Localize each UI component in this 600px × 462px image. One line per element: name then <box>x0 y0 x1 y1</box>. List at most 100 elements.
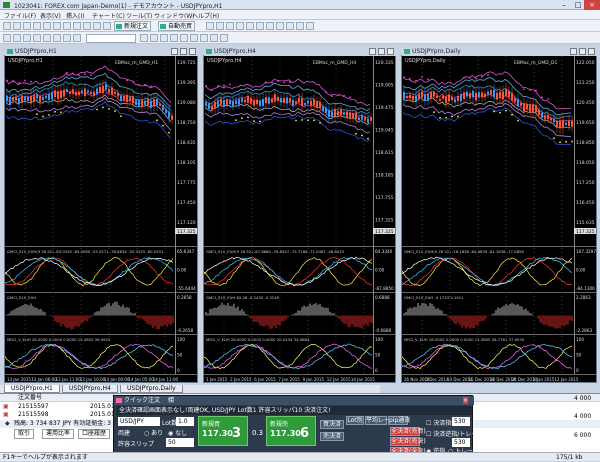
m30-icon[interactable] <box>170 34 178 42</box>
pip-currency-button[interactable]: pip通貨 <box>388 416 410 425</box>
average-rate-button[interactable]: 平均レート <box>365 416 396 425</box>
quick-order-titlebar[interactable]: クイック注文 傾 <box>114 396 474 405</box>
candle-body <box>165 109 167 114</box>
sar-dot <box>223 84 225 87</box>
menu-help[interactable]: ヘルプ(H) <box>192 11 219 20</box>
chart-window-titlebar[interactable]: USDJPYpro,H1 <box>5 47 199 56</box>
m15-icon[interactable] <box>160 34 168 42</box>
tab-h1[interactable]: USDJPYpro,H1 <box>4 385 60 393</box>
h4-icon[interactable] <box>190 34 198 42</box>
new-order-button[interactable]: 新規注文 <box>114 21 152 31</box>
channel-icon[interactable] <box>43 34 51 42</box>
text-icon[interactable] <box>63 34 71 42</box>
market-watch-icon[interactable] <box>23 22 31 30</box>
buy-price-button[interactable]: 新規買 117.30 3 <box>198 416 248 446</box>
chart-close-icon[interactable] <box>588 48 595 55</box>
line-icon[interactable] <box>103 22 111 30</box>
symbol-select[interactable]: USD/JPY <box>118 417 160 426</box>
sell-price-button[interactable]: 新規売 117.30 6 <box>266 416 316 446</box>
chart-maximize-icon[interactable] <box>180 48 187 55</box>
sell-close-button[interactable]: 売決済 <box>320 432 344 441</box>
new-chart-icon[interactable] <box>3 22 11 30</box>
candle-body <box>211 105 213 110</box>
crosshair-icon[interactable] <box>93 22 101 30</box>
close-all-buy-button[interactable]: 全決済(売買) <box>390 427 426 436</box>
tab-daily[interactable]: USDJPYpro,Daily <box>120 385 183 393</box>
data-window-icon[interactable] <box>33 22 41 30</box>
close-all-sell-button[interactable]: 全決済(売決) <box>390 437 426 446</box>
vline-icon[interactable] <box>13 34 21 42</box>
zoom-in-icon[interactable] <box>236 22 244 30</box>
chart-canvas[interactable]: 119.725 119.395 119.080 118.750 118.435 118.1… <box>5 56 197 382</box>
buy-close-button[interactable]: 買決済 <box>320 420 344 429</box>
cursor-icon[interactable] <box>3 34 11 42</box>
hline-icon[interactable] <box>23 34 31 42</box>
lot-close-button[interactable]: Lot別 <box>346 416 364 425</box>
candle-body <box>454 99 456 103</box>
auto-trade-button[interactable]: 自動売買 <box>158 21 196 31</box>
navigator-icon[interactable] <box>43 22 51 30</box>
tab-exposure[interactable]: 運用比率 <box>42 429 75 439</box>
chart-minimize-icon[interactable] <box>369 48 376 55</box>
chart-minimize-icon[interactable] <box>171 48 178 55</box>
candle-body <box>556 120 558 128</box>
m5-icon[interactable] <box>150 34 158 42</box>
close-icon[interactable]: × <box>584 0 600 10</box>
fibo-icon[interactable] <box>53 34 61 42</box>
templates-icon[interactable] <box>306 22 314 30</box>
w1-icon[interactable] <box>210 34 218 42</box>
trail-checkbox[interactable]: ☐ 決済逆指/トレール <box>426 429 483 438</box>
candle-body <box>208 103 210 109</box>
timeframe-select[interactable] <box>86 34 136 43</box>
line-chart-icon[interactable] <box>226 22 234 30</box>
chart-window-daily[interactable]: USDJPYpro,Daily 122.050 121.250 120.450 119… <box>401 47 598 383</box>
chart-maximize-icon[interactable] <box>579 48 586 55</box>
sl-input[interactable]: 530 <box>452 417 470 426</box>
chart-minimize-icon[interactable] <box>570 48 577 55</box>
quick-order-close-icon[interactable]: × <box>463 397 469 404</box>
pointer-icon[interactable] <box>83 22 91 30</box>
bar-chart-icon[interactable] <box>206 22 214 30</box>
chart-window-h4[interactable]: USDJPYpro,H4 120.335 119.905 119.475 119.04… <box>203 47 397 383</box>
periods-icon[interactable] <box>296 22 304 30</box>
oscillator-tick: 107.3297 <box>576 249 596 254</box>
chart-close-icon[interactable] <box>387 48 394 55</box>
d1-icon[interactable] <box>200 34 208 42</box>
zoom-out-icon[interactable] <box>246 22 254 30</box>
m1-icon[interactable] <box>140 34 148 42</box>
chart-canvas[interactable]: 120.335 119.905 119.475 119.045 118.615 118.1… <box>204 56 395 382</box>
right-value-1: 4 000 <box>574 395 592 402</box>
label-icon[interactable] <box>73 34 81 42</box>
chart-shift-icon[interactable] <box>276 22 284 30</box>
lot-input[interactable]: 1.0 <box>176 417 194 426</box>
hedge-yes-radio[interactable]: ○ あり <box>144 428 163 437</box>
mn-icon[interactable] <box>220 34 228 42</box>
menu-view[interactable]: 表示(V) <box>40 11 61 20</box>
tab-h4[interactable]: USDJPYpro,H4 <box>62 385 118 393</box>
tile-icon[interactable] <box>256 22 264 30</box>
candle-chart-icon[interactable] <box>216 22 224 30</box>
h1-icon[interactable] <box>180 34 188 42</box>
tab-trade[interactable]: 取引 <box>14 429 35 439</box>
menu-chart[interactable]: チャート(C) <box>92 11 125 20</box>
chart-close-icon[interactable] <box>189 48 196 55</box>
menu-window[interactable]: ウィンドウ(W) <box>154 11 195 20</box>
slip-input[interactable]: 50 <box>166 438 194 447</box>
trendline-icon[interactable] <box>33 34 41 42</box>
terminal-icon[interactable] <box>53 22 61 30</box>
tester-icon[interactable] <box>63 22 71 30</box>
chart-canvas[interactable]: 122.050 121.250 120.450 119.650 118.850 118.0… <box>402 56 596 382</box>
menu-file[interactable]: ファイル(F) <box>4 11 36 20</box>
tab-history[interactable]: 口座履歴 <box>78 429 111 439</box>
chart-maximize-icon[interactable] <box>378 48 385 55</box>
hedge-no-radio[interactable]: ◉ なし <box>168 428 187 437</box>
autoscroll-icon[interactable] <box>266 22 274 30</box>
indicators-icon[interactable] <box>286 22 294 30</box>
price-tick: 118.850 <box>576 140 595 146</box>
chart-window-titlebar[interactable]: USDJPYpro,Daily <box>402 47 598 56</box>
menu-insert[interactable]: 挿入(I) <box>66 11 84 20</box>
profiles-icon[interactable] <box>13 22 21 30</box>
chart-window-h1[interactable]: USDJPYpro,H1 119.725 119.395 119.080 118.75… <box>4 47 199 383</box>
menu-tools[interactable]: ツール(T) <box>126 11 152 20</box>
zoom-icon[interactable] <box>73 22 81 30</box>
